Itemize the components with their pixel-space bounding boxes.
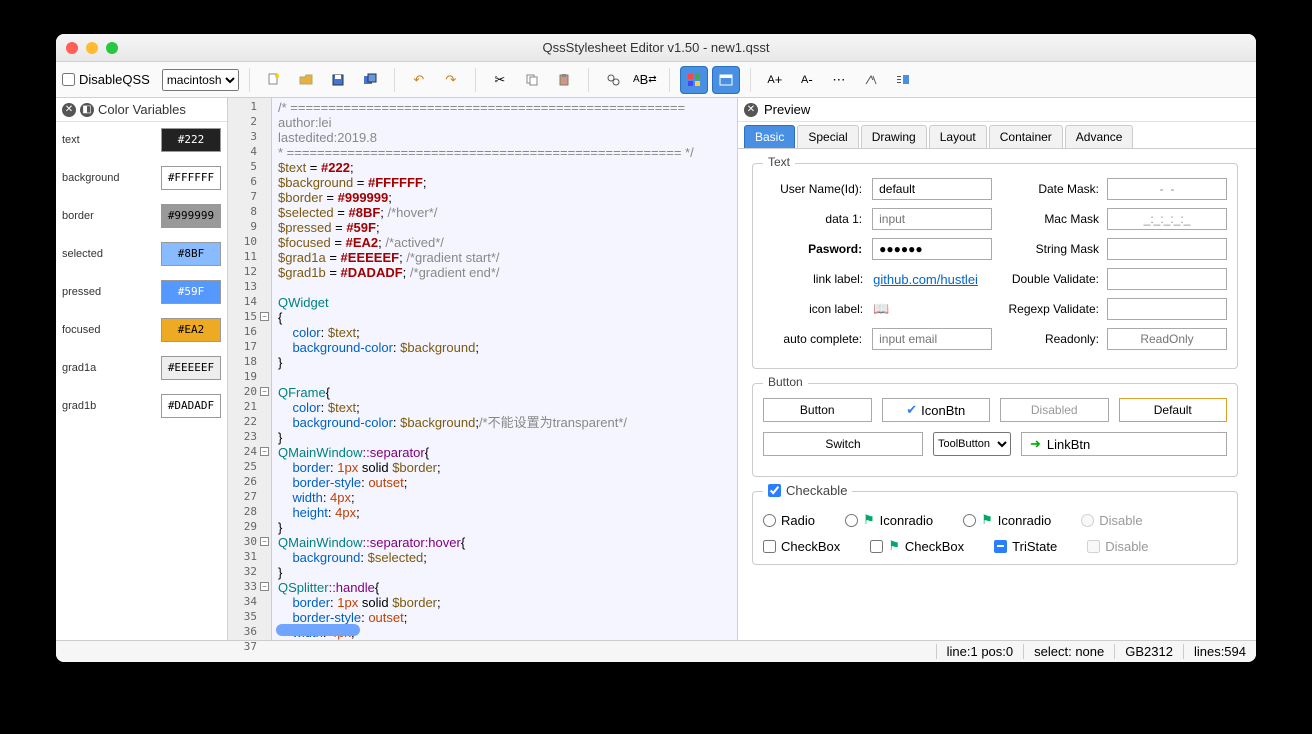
- regexpvalidate-field[interactable]: [1107, 298, 1227, 320]
- open-icon[interactable]: [292, 66, 320, 94]
- text-group: Text User Name(Id):Date Mask: data 1:Mac…: [752, 163, 1238, 369]
- toolbar: DisableQSS macintosh ↶ ↷ ✂ AB⇄ A+ A- ⋯: [56, 62, 1256, 98]
- preview-panel-icon[interactable]: [712, 66, 740, 94]
- close-icon[interactable]: [66, 42, 78, 54]
- readonly-field: [1107, 328, 1227, 350]
- replace-icon[interactable]: AB⇄: [631, 66, 659, 94]
- variable-list: text#222 background#FFFFFF border#999999 se…: [56, 122, 227, 640]
- theme-select[interactable]: macintosh: [162, 69, 239, 91]
- doublevalidate-field[interactable]: [1107, 268, 1227, 290]
- autocomplete-field[interactable]: [872, 328, 992, 350]
- color-palette-icon[interactable]: [680, 66, 708, 94]
- copy-icon[interactable]: [518, 66, 546, 94]
- autoformat-icon[interactable]: [857, 66, 885, 94]
- status-pos: line:1 pos:0: [936, 644, 1024, 659]
- run-icon[interactable]: [889, 66, 917, 94]
- tab-container[interactable]: Container: [989, 125, 1063, 148]
- var-text[interactable]: text#222: [62, 128, 221, 152]
- button-group: Button Button ✔IconBtn Disabled Default …: [752, 383, 1238, 477]
- radio-1[interactable]: Radio: [763, 512, 815, 528]
- disable-qss-checkbox[interactable]: DisableQSS: [62, 72, 150, 87]
- preview-panel: ✕ Preview BasicSpecialDrawingLayoutConta…: [738, 98, 1256, 640]
- font-decrease-icon[interactable]: A-: [793, 66, 821, 94]
- tab-special[interactable]: Special: [797, 125, 858, 148]
- var-focused[interactable]: focused#EA2: [62, 318, 221, 342]
- button-plain[interactable]: Button: [763, 398, 872, 422]
- preview-header: ✕ Preview: [738, 98, 1256, 122]
- checkbox-1[interactable]: CheckBox: [763, 538, 840, 554]
- datemask-field[interactable]: [1107, 178, 1227, 200]
- status-lines: lines:594: [1183, 644, 1256, 659]
- maximize-icon[interactable]: [106, 42, 118, 54]
- checkable-toggle[interactable]: Checkable: [768, 483, 847, 498]
- button-icon[interactable]: ✔IconBtn: [882, 398, 991, 422]
- code-editor[interactable]: 123456789101112131415−1617181920−2122232…: [228, 98, 738, 640]
- save-icon[interactable]: [324, 66, 352, 94]
- checkbox-tristate[interactable]: TriState: [994, 538, 1057, 554]
- window-title: QssStylesheet Editor v1.50 - new1.qsst: [56, 40, 1256, 55]
- undock-panel-icon[interactable]: ◧: [80, 103, 94, 117]
- undo-icon[interactable]: ↶: [405, 66, 433, 94]
- username-field[interactable]: [872, 178, 992, 200]
- saveas-icon[interactable]: [356, 66, 384, 94]
- tab-advance[interactable]: Advance: [1065, 125, 1134, 148]
- new-icon[interactable]: [260, 66, 288, 94]
- var-border[interactable]: border#999999: [62, 204, 221, 228]
- data1-field[interactable]: [872, 208, 992, 230]
- sidebar: ✕ ◧ Color Variables text#222 background#F…: [56, 98, 228, 640]
- close-preview-icon[interactable]: ✕: [744, 103, 758, 117]
- preview-tabs: BasicSpecialDrawingLayoutContainerAdvanc…: [738, 122, 1256, 149]
- macmask-field[interactable]: [1107, 208, 1227, 230]
- switch-button[interactable]: Switch: [763, 432, 923, 456]
- var-background[interactable]: background#FFFFFF: [62, 166, 221, 190]
- radio-icon-2[interactable]: ⚑ Iconradio: [963, 512, 1051, 528]
- radio-disabled: Disable: [1081, 512, 1142, 528]
- var-pressed[interactable]: pressed#59F: [62, 280, 221, 304]
- checkbox-disabled: Disable: [1087, 538, 1148, 554]
- minimize-icon[interactable]: [86, 42, 98, 54]
- tab-basic[interactable]: Basic: [744, 125, 795, 148]
- tab-drawing[interactable]: Drawing: [861, 125, 927, 148]
- radio-icon-1[interactable]: ⚑ Iconradio: [845, 512, 933, 528]
- button-disabled: Disabled: [1000, 398, 1109, 422]
- button-default[interactable]: Default: [1119, 398, 1228, 422]
- cut-icon[interactable]: ✂: [486, 66, 514, 94]
- book-icon: 📖: [873, 301, 991, 317]
- tab-layout[interactable]: Layout: [929, 125, 987, 148]
- status-encoding: GB2312: [1114, 644, 1183, 659]
- sidebar-header: ✕ ◧ Color Variables: [56, 98, 227, 122]
- var-selected[interactable]: selected#8BF: [62, 242, 221, 266]
- paste-icon[interactable]: [550, 66, 578, 94]
- var-grad1b[interactable]: grad1b#DADADF: [62, 394, 221, 418]
- password-field[interactable]: [872, 238, 992, 260]
- more-icon[interactable]: ⋯: [825, 66, 853, 94]
- var-grad1a[interactable]: grad1a#EEEEEF: [62, 356, 221, 380]
- horizontal-scrollbar[interactable]: [276, 624, 360, 636]
- link-label[interactable]: github.com/hustlei: [873, 272, 978, 287]
- checkbox-icon[interactable]: ⚑ CheckBox: [870, 538, 964, 554]
- titlebar: QssStylesheet Editor v1.50 - new1.qsst: [56, 34, 1256, 62]
- stringmask-field[interactable]: [1107, 238, 1227, 260]
- status-selection: select: none: [1023, 644, 1114, 659]
- find-icon[interactable]: [599, 66, 627, 94]
- font-increase-icon[interactable]: A+: [761, 66, 789, 94]
- close-panel-icon[interactable]: ✕: [62, 103, 76, 117]
- redo-icon[interactable]: ↷: [437, 66, 465, 94]
- link-button[interactable]: ➜LinkBtn: [1021, 432, 1227, 456]
- checkable-group: Checkable Radio ⚑ Iconradio ⚑ Iconradio …: [752, 491, 1238, 565]
- app-window: QssStylesheet Editor v1.50 - new1.qsst D…: [56, 34, 1256, 662]
- toolbutton-select[interactable]: ToolButton: [933, 432, 1011, 456]
